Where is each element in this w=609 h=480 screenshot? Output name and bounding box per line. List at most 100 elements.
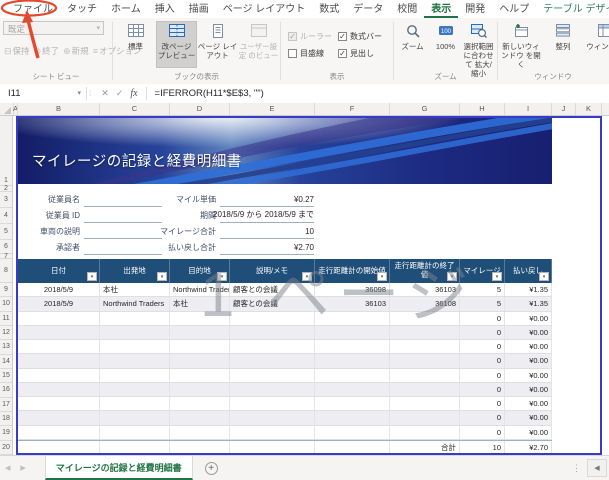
ribbon-button-new-window[interactable]: 新しいウィンドウ を開く [500, 21, 542, 69]
cell[interactable]: 36103 [315, 297, 390, 311]
cell[interactable]: ¥0.00 [505, 411, 552, 425]
row-header-19[interactable]: 19 [0, 426, 12, 441]
cell[interactable] [170, 354, 230, 368]
sheet-tab-active[interactable]: マイレージの記録と経費明細書 [44, 456, 193, 480]
cell[interactable] [18, 425, 100, 439]
cell[interactable]: ¥0.00 [505, 368, 552, 382]
ribbon-button-zoom-to-selection[interactable]: 選択範囲に合わせて 拡大/縮小 [462, 21, 495, 78]
form-field-3[interactable] [84, 224, 162, 239]
ribbon-button-zoom-100[interactable]: 100 100% [429, 21, 462, 78]
cancel-icon[interactable]: ✕ [101, 88, 109, 99]
row-header-12[interactable]: 12 [0, 326, 12, 341]
row-header-10[interactable]: 10 [0, 297, 12, 312]
cell[interactable] [170, 311, 230, 325]
column-header-I[interactable]: I [505, 103, 552, 115]
cell[interactable] [170, 368, 230, 382]
cell[interactable]: 本社 [170, 297, 230, 311]
ribbon-button-custom-views[interactable]: ユーザー設定 のビュー [238, 21, 279, 68]
cell[interactable] [315, 325, 390, 339]
cell[interactable] [390, 354, 460, 368]
cell[interactable]: ¥0.00 [505, 397, 552, 411]
cell[interactable] [100, 340, 170, 354]
cell[interactable] [100, 368, 170, 382]
ribbon-button-exit[interactable]: ⊗ 終了 [32, 44, 62, 58]
cell[interactable]: 0 [460, 325, 505, 339]
cell[interactable] [170, 340, 230, 354]
cell[interactable] [18, 382, 100, 396]
cell[interactable] [315, 311, 390, 325]
checkbox-headings[interactable]: ✓ 見出し [338, 45, 392, 62]
cell[interactable] [315, 397, 390, 411]
cell[interactable] [390, 425, 460, 439]
form-value-4[interactable]: ¥2.70 [220, 240, 314, 255]
row-header-14[interactable]: 14 [0, 355, 12, 369]
cell[interactable]: 2018/5/9 [18, 297, 100, 311]
column-header-G[interactable]: G [390, 103, 460, 115]
cell[interactable] [170, 382, 230, 396]
menu-tab-review[interactable]: 校閲 [390, 0, 424, 18]
cell[interactable] [18, 411, 100, 425]
row-header-11[interactable]: 11 [0, 312, 12, 326]
cell[interactable]: 合計 [390, 440, 460, 454]
formula-input[interactable]: =IFERROR(H11*$E$3, "") [147, 88, 264, 99]
cell[interactable] [315, 425, 390, 439]
cell[interactable] [390, 325, 460, 339]
cell[interactable] [315, 411, 390, 425]
row-header-16[interactable]: 16 [0, 383, 12, 398]
cell[interactable]: ¥0.00 [505, 425, 552, 439]
cell[interactable] [18, 368, 100, 382]
ribbon-button-keep[interactable]: ⊟ 保持 [2, 44, 32, 58]
checkbox-gridlines[interactable]: 目盛線 [288, 45, 338, 62]
filter-button[interactable]: ▾ [87, 272, 97, 281]
cell[interactable]: 0 [460, 397, 505, 411]
name-box[interactable]: I11 ▾ [0, 88, 86, 99]
menu-tab-page-layout[interactable]: ページ レイアウト [216, 0, 313, 18]
cell[interactable]: 0 [460, 368, 505, 382]
cell[interactable] [230, 425, 315, 439]
cell[interactable] [170, 397, 230, 411]
cell[interactable] [18, 440, 100, 454]
cell[interactable]: ¥0.00 [505, 340, 552, 354]
menu-tab-help[interactable]: ヘルプ [492, 0, 536, 18]
checkbox-ruler[interactable]: ✓ ルーラー [288, 28, 338, 45]
row-header-9[interactable]: 9 [0, 283, 12, 298]
filter-button[interactable]: ▾ [377, 272, 387, 281]
sheet-view-dropdown[interactable]: 既定 ▾ [3, 21, 104, 35]
row-header-8[interactable]: 8 [0, 259, 12, 283]
cell[interactable]: 36098 [315, 283, 390, 297]
menu-tab-draw[interactable]: 描画 [182, 0, 216, 18]
prev-sheet-icon[interactable]: ◀ [0, 464, 15, 472]
cell[interactable]: ¥2.70 [505, 440, 552, 454]
menu-tab-insert[interactable]: 挿入 [148, 0, 182, 18]
tab-resize-handle[interactable]: ⋮ [572, 463, 581, 474]
column-header-J[interactable]: J [552, 103, 576, 115]
row-header-5[interactable]: 5 [0, 224, 12, 240]
ribbon-button-zoom[interactable]: ズーム [396, 21, 429, 78]
table-column-header[interactable]: 走行距離計の開始値 ▾ [315, 259, 390, 283]
cell[interactable] [230, 397, 315, 411]
cell[interactable]: ¥0.00 [505, 382, 552, 396]
hscroll-left-arrow[interactable]: ◀ [587, 459, 607, 477]
cell[interactable]: 36103 [390, 283, 460, 297]
cell[interactable] [100, 325, 170, 339]
form-value-1[interactable]: ¥0.27 [220, 192, 314, 207]
cell[interactable] [100, 425, 170, 439]
cell[interactable] [315, 340, 390, 354]
cell[interactable]: 36108 [390, 297, 460, 311]
menu-tab-data[interactable]: データ [346, 0, 390, 18]
cell[interactable] [230, 440, 315, 454]
column-header-E[interactable]: E [230, 103, 315, 115]
checkbox-formula-bar[interactable]: ✓ 数式バー [338, 28, 392, 45]
cell[interactable]: 0 [460, 340, 505, 354]
cell[interactable]: 0 [460, 411, 505, 425]
cell[interactable] [230, 325, 315, 339]
column-header-D[interactable]: D [170, 103, 230, 115]
add-sheet-button[interactable]: + [204, 461, 218, 475]
table-column-header[interactable]: 目的地 ▾ [170, 259, 230, 283]
cell[interactable] [100, 354, 170, 368]
column-header-K[interactable]: K [576, 103, 602, 115]
filter-button[interactable]: ▾ [539, 272, 549, 281]
cell[interactable]: ¥0.00 [505, 354, 552, 368]
ribbon-button-arrange-all[interactable]: 整列 [542, 21, 584, 69]
cell[interactable] [390, 368, 460, 382]
